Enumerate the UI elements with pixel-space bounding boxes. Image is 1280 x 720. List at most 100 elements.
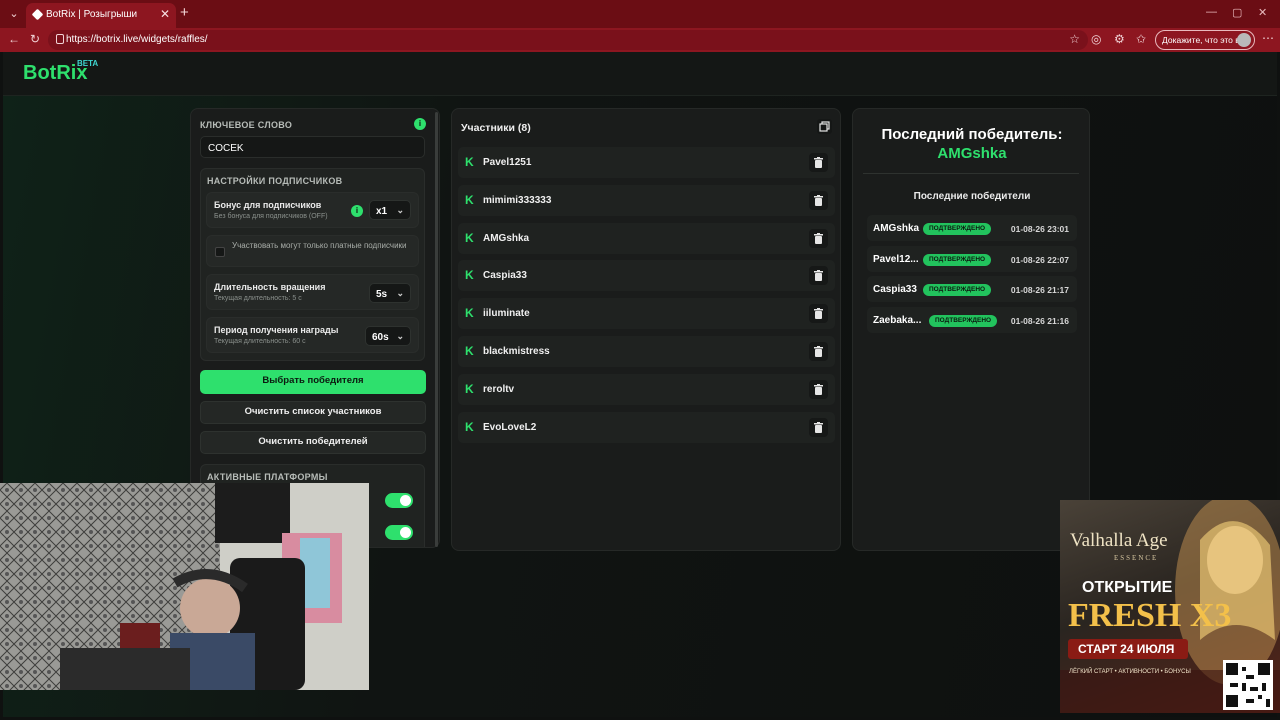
bonus-info-icon[interactable]: i <box>351 205 363 217</box>
winner-date: 01-08-26 21:17 <box>1010 285 1069 296</box>
ad-line-2: FRESH X3 <box>1068 597 1232 634</box>
participants-panel: Участники (8) K Pavel1251 Kmimimi333333 K AM… <box>451 108 841 551</box>
lock-icon <box>56 34 64 44</box>
spin-duration-value: 5s <box>376 289 388 300</box>
winners-panel: Последний победитель: AMGshka Последние … <box>852 108 1090 551</box>
participant-row: K Caspia33 <box>458 260 835 292</box>
bonus-subtitle: Без бонуса для подписчиков (OFF) <box>214 213 328 220</box>
favorites-icon[interactable]: ✩ <box>1136 32 1146 46</box>
qr-code[interactable] <box>1223 660 1273 710</box>
platform-toggle-2[interactable] <box>385 525 413 540</box>
status-badge: ПОДТВЕРЖДЕНО <box>923 284 992 297</box>
settings-scrollbar[interactable] <box>435 112 438 547</box>
participants-title: Участники (8) <box>461 122 531 134</box>
trash-icon[interactable] <box>809 266 828 286</box>
participant-name: Pavel1251 <box>483 157 532 168</box>
tab-title: BotRix | Розыгрыши <box>46 9 138 20</box>
back-icon[interactable]: ← <box>8 32 20 46</box>
reload-icon[interactable]: ↻ <box>30 32 40 46</box>
last-winner-name: AMGshka <box>937 145 1007 162</box>
trash-icon[interactable] <box>809 379 828 399</box>
reward-period-select[interactable]: 60s ⌄ <box>365 326 411 346</box>
tab-search-chevron-icon[interactable]: ⌄ <box>6 6 22 22</box>
trash-icon[interactable] <box>809 417 828 437</box>
advertisement-banner[interactable]: Valhalla Age ESSENCE ОТКРЫТИЕ FRESH X3 С… <box>1060 500 1280 713</box>
more-options-icon[interactable]: ⋯ <box>1262 31 1274 45</box>
avatar <box>1237 33 1251 47</box>
bonus-row: Бонус для подписчиков Без бонуса для под… <box>206 192 419 228</box>
participant-row: Kmimimi333333 <box>458 184 835 216</box>
paid-only-row[interactable]: Участвовать могут только платные подписч… <box>206 235 419 267</box>
kick-icon: K <box>465 192 474 207</box>
chevron-down-icon: ⌄ <box>396 288 404 298</box>
status-badge: ПОДТВЕРЖДЕНО <box>923 223 992 235</box>
participant-row: Kiiluminate <box>458 298 835 330</box>
kick-icon: K <box>465 268 474 283</box>
trash-icon[interactable] <box>809 153 828 172</box>
app-header: BotRix BETA <box>3 52 1277 96</box>
chevron-down-icon: ⌄ <box>396 331 404 341</box>
winner-date: 01-08-26 21:16 <box>1010 316 1069 327</box>
spin-duration-title: Длительность вращения <box>214 282 326 292</box>
close-window-icon[interactable]: ✕ <box>1258 6 1267 19</box>
browser-tab[interactable]: BotRix | Розыгрыши ✕ <box>26 3 176 28</box>
participant-row: Kreroltv <box>458 373 835 405</box>
paid-only-checkbox[interactable] <box>215 247 225 257</box>
participant-row: Kblackmistress <box>458 336 835 367</box>
winner-name: AMGshka <box>873 223 920 234</box>
subscriber-section-title: НАСТРОЙКИ ПОДПИСЧИКОВ <box>207 176 343 186</box>
maximize-icon[interactable]: ▢ <box>1232 6 1242 19</box>
platforms-section-title: АКТИВНЫЕ ПЛАТФОРМЫ <box>207 472 328 482</box>
beta-badge: BETA <box>77 59 99 68</box>
recent-winners-title: Последние победители <box>913 191 1031 202</box>
participant-name: EvoLoveL2 <box>483 421 537 433</box>
clear-winners-button[interactable]: Очистить победителей <box>200 431 426 454</box>
trash-icon[interactable] <box>809 342 828 361</box>
copy-icon[interactable] <box>817 119 832 134</box>
kick-icon: K <box>465 306 474 321</box>
info-icon[interactable]: i <box>414 118 426 130</box>
trash-icon[interactable] <box>809 228 828 248</box>
bonus-title: Бонус для подписчиков <box>214 200 322 210</box>
platform-toggle-1[interactable] <box>385 493 413 508</box>
clear-participants-button[interactable]: Очистить список участников <box>200 401 426 424</box>
participant-name: Caspia33 <box>483 270 527 282</box>
spin-duration-select[interactable]: 5s ⌄ <box>369 283 411 303</box>
profile-label: Докажите, что это вы <box>1162 35 1246 45</box>
trash-icon[interactable] <box>809 304 828 324</box>
extension-icon[interactable]: ◎ <box>1091 32 1101 46</box>
participant-name: blackmistress <box>483 346 550 357</box>
winner-row: Pavel12... ПОДТВЕРЖДЕНО 01-08-26 22:07 <box>867 245 1077 272</box>
divider <box>863 173 1079 174</box>
spin-duration-row: Длительность вращения Текущая длительнос… <box>206 274 419 310</box>
browser-tab-bar: ⌄ BotRix | Розыгрыши ✕ + — ▢ ✕ <box>0 0 1280 28</box>
keyword-input[interactable]: COCEK <box>200 136 425 158</box>
webcam-overlay <box>0 483 369 690</box>
minimize-icon[interactable]: — <box>1206 6 1217 18</box>
participant-row: K EvoLoveL2 <box>458 411 835 443</box>
keyword-label: КЛЮЧЕВОЕ СЛОВО <box>200 120 293 130</box>
winner-date: 01-08-26 22:07 <box>1010 254 1069 265</box>
extensions-puzzle-icon[interactable]: ⚙ <box>1114 32 1125 46</box>
url-text: https://botrix.live/widgets/raffles/ <box>66 34 208 45</box>
kick-icon: K <box>465 230 474 245</box>
chevron-down-icon: ⌄ <box>396 205 404 215</box>
participant-row: K AMGshka <box>458 222 835 254</box>
winner-name: Caspia33 <box>873 284 917 296</box>
ad-line-1: ОТКРЫТИЕ <box>1082 579 1173 596</box>
pick-winner-button[interactable]: Выбрать победителя <box>200 370 426 394</box>
winner-row: Caspia33 ПОДТВЕРЖДЕНО 01-08-26 21:17 <box>867 276 1077 303</box>
new-tab-icon[interactable]: + <box>180 4 189 21</box>
participant-name: AMGshka <box>483 232 530 244</box>
tab-close-icon[interactable]: ✕ <box>160 7 170 21</box>
bonus-select[interactable]: x1 ⌄ <box>369 200 411 220</box>
profile-button[interactable]: Докажите, что это вы <box>1155 30 1255 50</box>
status-badge: ПОДТВЕРЖДЕНО <box>923 253 992 266</box>
winner-date: 01-08-26 23:01 <box>1010 224 1069 234</box>
bookmark-star-icon[interactable]: ☆ <box>1069 32 1080 46</box>
participant-name: iiluminate <box>483 308 530 320</box>
paid-only-label: Участвовать могут только платные подписч… <box>232 241 407 250</box>
trash-icon[interactable] <box>809 190 828 210</box>
subscriber-settings: НАСТРОЙКИ ПОДПИСЧИКОВ Бонус для подписчи… <box>200 168 425 361</box>
address-bar[interactable]: https://botrix.live/widgets/raffles/ ☆ <box>48 30 1088 50</box>
